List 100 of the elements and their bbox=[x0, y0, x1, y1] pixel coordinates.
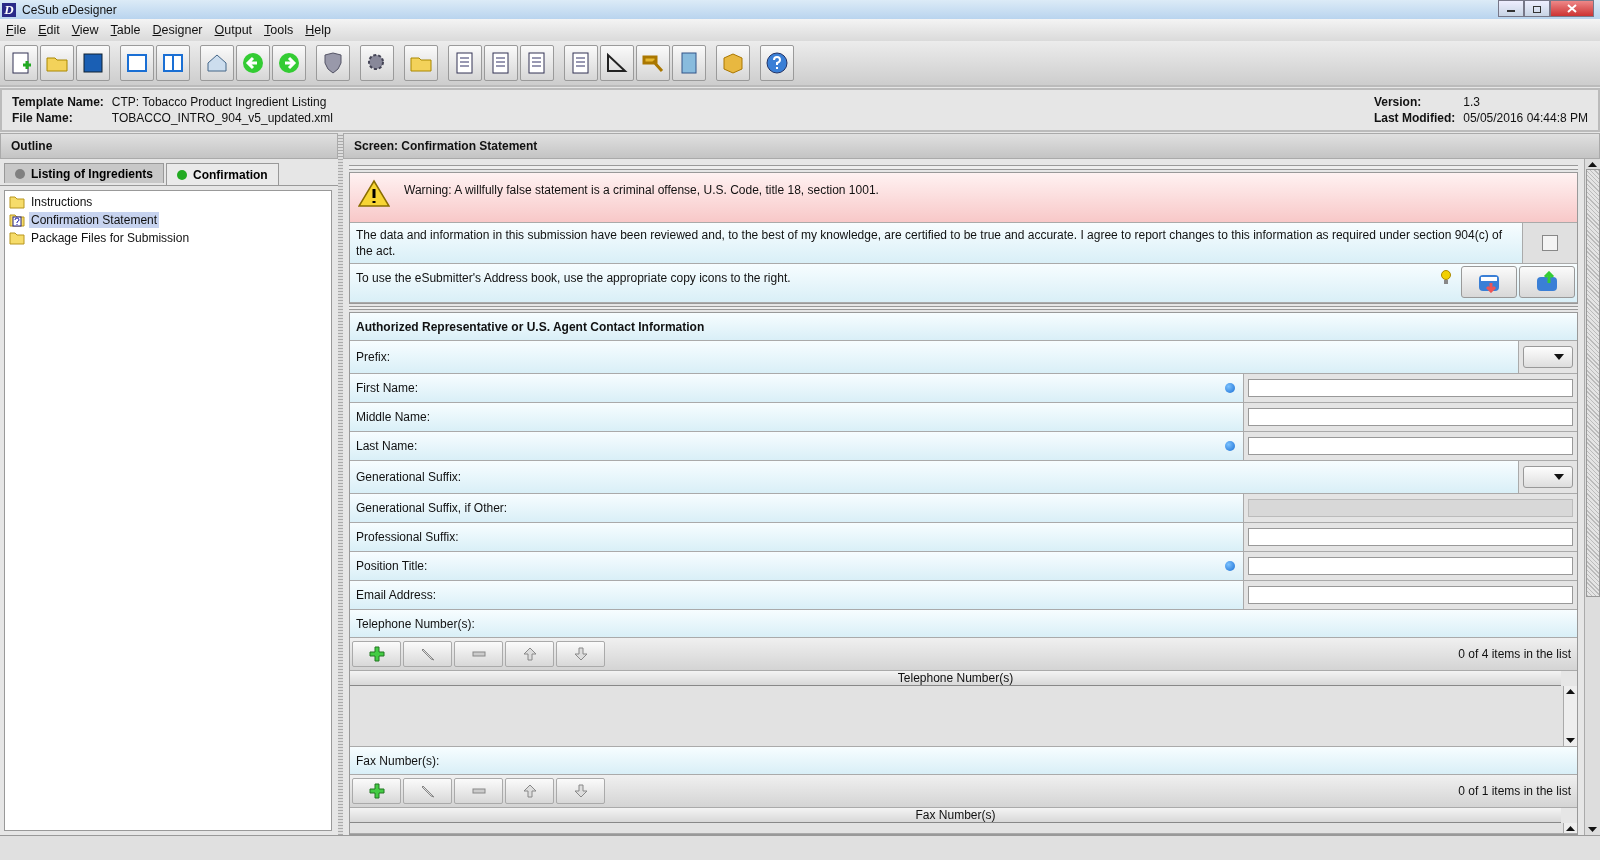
input-field[interactable] bbox=[1248, 379, 1573, 397]
minus-button[interactable] bbox=[454, 778, 503, 804]
folder-button[interactable] bbox=[404, 45, 438, 81]
input-field[interactable] bbox=[1248, 557, 1573, 575]
menu-item[interactable]: Edit bbox=[38, 23, 60, 37]
drafting-icon bbox=[605, 51, 629, 75]
drafting-button[interactable] bbox=[600, 45, 634, 81]
down-arrow-button[interactable] bbox=[556, 641, 605, 667]
windows-icon bbox=[125, 51, 149, 75]
new-file-button[interactable] bbox=[4, 45, 38, 81]
folder-icon bbox=[9, 195, 25, 209]
shield-icon bbox=[321, 51, 345, 75]
split-pane-icon bbox=[161, 51, 185, 75]
info-value: 05/05/2016 04:44:8 PM bbox=[1463, 111, 1588, 125]
address-hint: To use the eSubmitter's Address book, use the appropriate copy icons to the right. bbox=[356, 270, 792, 285]
menu-item[interactable]: Table bbox=[110, 23, 141, 37]
down-arrow-icon bbox=[572, 646, 589, 662]
field-label: Last Name: bbox=[356, 439, 419, 453]
calculator-button[interactable] bbox=[672, 45, 706, 81]
column-header: Telephone Number(s) bbox=[350, 671, 1561, 686]
checkbox[interactable] bbox=[1542, 234, 1558, 251]
folder-icon bbox=[9, 231, 25, 245]
field-label: Professional Suffix: bbox=[356, 530, 460, 544]
save-button[interactable] bbox=[76, 45, 110, 81]
input-field[interactable] bbox=[1248, 408, 1573, 426]
app-logo: D bbox=[2, 2, 16, 17]
tree-item[interactable]: Instructions bbox=[29, 194, 95, 210]
menu-item[interactable]: Help bbox=[305, 23, 331, 37]
gavel-button[interactable] bbox=[636, 45, 670, 81]
maximize-button[interactable] bbox=[1524, 0, 1550, 17]
warning-text: Warning: A willfully false statement is a criminal offense, U.S. Code, title 18, section 1001. bbox=[404, 182, 879, 197]
up-arrow-icon bbox=[521, 646, 538, 662]
plus-button[interactable] bbox=[352, 641, 401, 667]
tree-item[interactable]: Confirmation Statement bbox=[29, 212, 160, 228]
dropdown[interactable] bbox=[1523, 346, 1573, 368]
forward-arrow-button[interactable] bbox=[272, 45, 306, 81]
menu-item[interactable]: Output bbox=[214, 23, 253, 37]
save-icon bbox=[81, 51, 105, 75]
section-title: Authorized Representative or U.S. Agent Contact Information bbox=[350, 313, 1577, 341]
copy-from-address-book-button[interactable] bbox=[1461, 265, 1517, 298]
scroll-down-icon bbox=[1588, 827, 1597, 833]
windows-button[interactable] bbox=[120, 45, 154, 81]
menu-item[interactable]: File bbox=[6, 23, 27, 37]
up-arrow-button[interactable] bbox=[505, 641, 554, 667]
scrollbar[interactable] bbox=[1563, 686, 1577, 746]
list-label: Telephone Number(s): bbox=[356, 616, 475, 631]
scroll-up-icon bbox=[1588, 161, 1597, 167]
split-pane-button[interactable] bbox=[156, 45, 190, 81]
package-icon bbox=[721, 51, 745, 75]
outline-tab[interactable]: Listing of Ingredients bbox=[4, 163, 164, 183]
dropdown[interactable] bbox=[1523, 466, 1573, 488]
gears-button[interactable] bbox=[360, 45, 394, 81]
input-field[interactable] bbox=[1248, 586, 1573, 604]
plus-button[interactable] bbox=[352, 778, 401, 804]
minus-button[interactable] bbox=[454, 641, 503, 667]
panel-header: Outline bbox=[0, 133, 338, 159]
info-value: 1.3 bbox=[1463, 95, 1481, 109]
package-button[interactable] bbox=[716, 45, 750, 81]
document-flag-button[interactable] bbox=[520, 45, 554, 81]
window-title: CeSub eDesigner bbox=[22, 2, 118, 17]
shield-button[interactable] bbox=[316, 45, 350, 81]
document-arrow-button[interactable] bbox=[448, 45, 482, 81]
help-button[interactable] bbox=[760, 45, 794, 81]
lightbulb-icon bbox=[1441, 269, 1451, 286]
pencil-button[interactable] bbox=[403, 778, 452, 804]
pencil-button[interactable] bbox=[403, 641, 452, 667]
down-arrow-button[interactable] bbox=[556, 778, 605, 804]
scrollbar[interactable] bbox=[1563, 823, 1577, 833]
up-arrow-button[interactable] bbox=[505, 778, 554, 804]
input-field[interactable] bbox=[1248, 437, 1573, 455]
close-icon bbox=[1567, 4, 1577, 13]
plus-icon bbox=[368, 783, 385, 799]
field-label: Email Address: bbox=[356, 588, 438, 602]
field-label: Generational Suffix, if Other: bbox=[356, 501, 509, 515]
close-button[interactable] bbox=[1550, 0, 1594, 17]
item-count: 0 of 4 items in the list bbox=[1458, 647, 1571, 661]
document-pencil-button[interactable] bbox=[484, 45, 518, 81]
info-label: File Name: bbox=[12, 111, 74, 125]
caret-icon bbox=[1554, 474, 1564, 480]
minimize-button[interactable] bbox=[1498, 0, 1524, 17]
back-arrow-button[interactable] bbox=[236, 45, 270, 81]
restore-icon bbox=[1532, 4, 1542, 13]
menu-item[interactable]: Tools bbox=[264, 23, 294, 37]
copy-to-address-book-button[interactable] bbox=[1519, 265, 1575, 298]
info-label: Version: bbox=[1373, 95, 1423, 109]
list-label: Fax Number(s): bbox=[356, 753, 440, 768]
tree-item[interactable]: Package Files for Submission bbox=[29, 230, 192, 246]
question-folder-icon bbox=[9, 213, 25, 227]
item-count: 0 of 1 items in the list bbox=[1458, 784, 1571, 798]
panel-header: Screen: Confirmation Statement bbox=[343, 133, 1600, 159]
field-label: Generational Suffix: bbox=[356, 470, 463, 484]
scrollbar[interactable] bbox=[1584, 159, 1600, 835]
outline-tab[interactable]: Confirmation bbox=[166, 163, 279, 185]
info-label: Last Modified: bbox=[1373, 111, 1456, 125]
statement-text: The data and information in this submission have been reviewed and, to the best of my knowledge, are certified to be true and accurate. I agree to report changes to this information as required under section 904(c) of the act. bbox=[355, 226, 1503, 260]
menu-item[interactable]: Designer bbox=[152, 23, 203, 37]
home-button[interactable] bbox=[200, 45, 234, 81]
input-field[interactable] bbox=[1248, 528, 1573, 546]
menu-item[interactable]: View bbox=[71, 23, 99, 37]
field-label: Position Title: bbox=[356, 559, 429, 573]
